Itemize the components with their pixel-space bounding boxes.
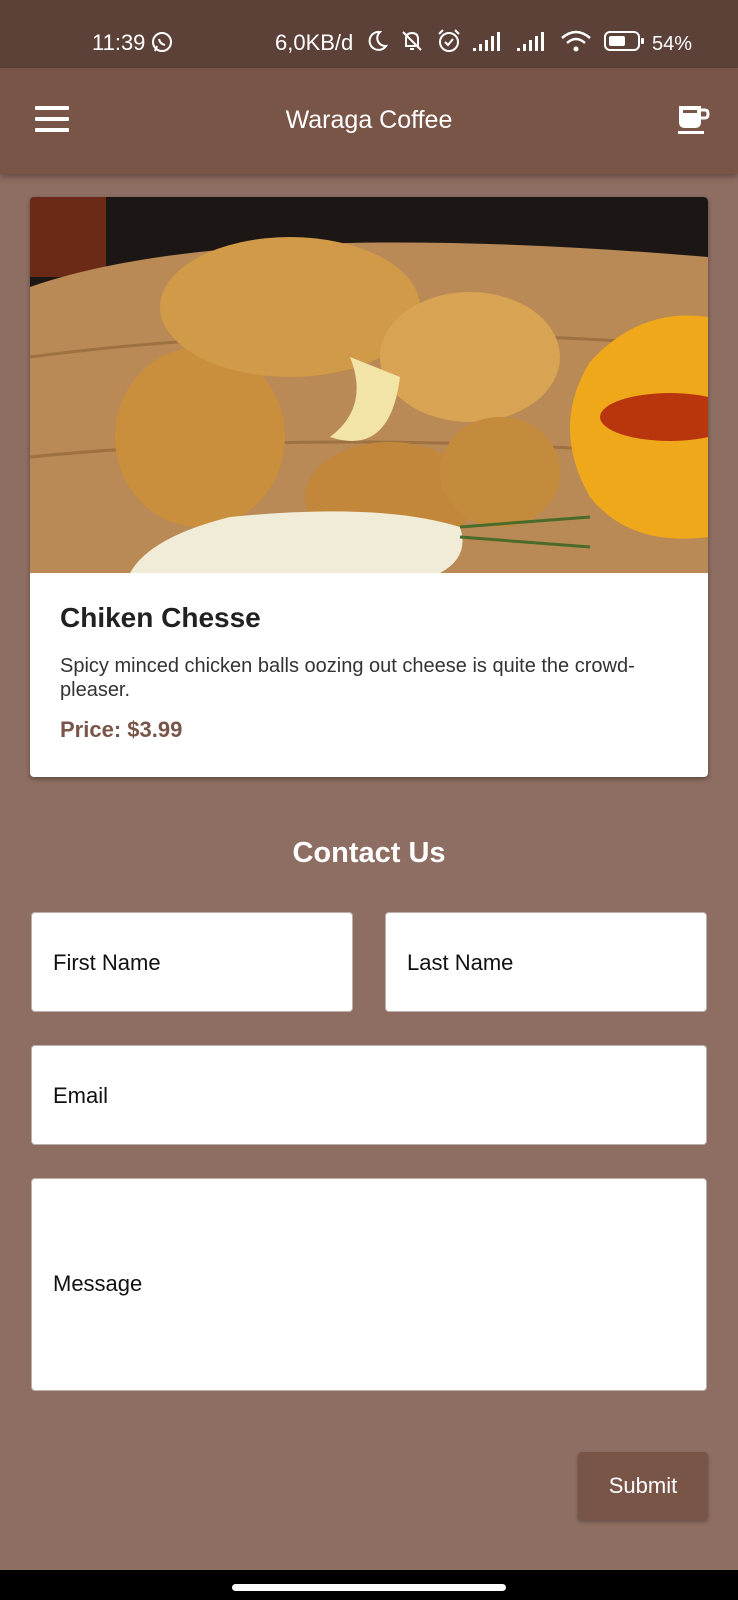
wifi-icon bbox=[560, 29, 592, 58]
network-speed: 6,0KB/d bbox=[275, 30, 354, 55]
contact-title: Contact Us bbox=[292, 837, 446, 869]
status-bar: 11:39 6,0KB/d 54% bbox=[0, 0, 738, 68]
status-time: 11:39 bbox=[92, 30, 146, 55]
last-name-placeholder: Last Name bbox=[407, 950, 514, 975]
coffee-cup-icon bbox=[678, 106, 710, 134]
message-field[interactable]: Message bbox=[31, 1178, 707, 1391]
bell-off-icon bbox=[398, 29, 426, 58]
system-nav-bar bbox=[0, 1570, 738, 1600]
last-name-field[interactable]: Last Name bbox=[385, 912, 707, 1012]
app-bar: Waraga Coffee bbox=[0, 68, 738, 174]
alarm-icon bbox=[436, 28, 462, 59]
status-icons bbox=[366, 28, 592, 59]
product-description: Spicy minced chicken balls oozing out ch… bbox=[60, 655, 635, 701]
battery-level: 54% bbox=[652, 32, 693, 55]
product-image bbox=[30, 197, 708, 573]
home-indicator[interactable] bbox=[232, 1584, 506, 1591]
coffee-cup-button[interactable] bbox=[676, 102, 710, 136]
email-placeholder: Email bbox=[53, 1083, 109, 1108]
app-title: Waraga Coffee bbox=[285, 106, 453, 134]
submit-button[interactable]: Submit bbox=[578, 1452, 708, 1520]
email-field[interactable]: Email bbox=[31, 1045, 707, 1145]
message-placeholder: Message bbox=[53, 1271, 143, 1296]
battery-indicator: 54% bbox=[604, 30, 692, 58]
signal-icon bbox=[516, 30, 550, 57]
first-name-field[interactable]: First Name bbox=[31, 912, 353, 1012]
product-card[interactable]: Chiken Chesse Spicy minced chicken balls… bbox=[30, 197, 708, 777]
battery-icon bbox=[604, 30, 646, 58]
whatsapp-icon bbox=[150, 30, 174, 59]
product-name: Chiken Chesse bbox=[60, 602, 261, 633]
first-name-placeholder: First Name bbox=[53, 950, 161, 975]
product-price: Price: $3.99 bbox=[60, 717, 183, 742]
signal-icon bbox=[472, 30, 506, 57]
moon-icon bbox=[366, 29, 389, 58]
